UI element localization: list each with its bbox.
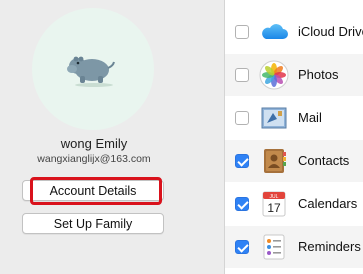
service-row-contacts[interactable]: Contacts [225,140,363,182]
reminders-icon [263,234,285,260]
reminders-checkbox[interactable] [235,240,249,254]
account-details-button[interactable]: Account Details [22,180,164,201]
service-label: iCloud Drive [298,24,363,39]
photos-checkbox[interactable] [235,68,249,82]
contacts-checkbox[interactable] [235,154,249,168]
services-list: iCloud Drive Photos Mail Contacts JUL 17… [224,0,363,274]
calendars-checkbox[interactable] [235,197,249,211]
service-row-reminders[interactable]: Reminders [225,226,363,268]
calendar-icon: JUL 17 [262,191,286,217]
calendar-icon-day: 17 [267,201,281,215]
service-row-calendars[interactable]: JUL 17 Calendars [225,183,363,225]
icloud-drive-checkbox[interactable] [235,25,249,39]
service-row-icloud-drive[interactable]: iCloud Drive [225,11,363,53]
service-label: Mail [298,110,322,125]
account-pane: wong Emily wangxianglijx@163.com Account… [0,0,188,274]
service-row-photos[interactable]: Photos [225,54,363,96]
photos-icon [259,60,289,90]
hippo-icon [67,56,115,87]
set-up-family-button[interactable]: Set Up Family [22,213,164,234]
service-label: Contacts [298,153,350,168]
service-label: Photos [298,67,339,82]
contacts-icon [264,149,286,173]
mail-checkbox[interactable] [235,111,249,125]
avatar[interactable] [32,8,154,130]
service-label: Reminders [298,239,361,254]
user-email: wangxianglijx@163.com [37,153,151,165]
mail-icon [261,107,287,129]
user-name: wong Emily [60,136,128,151]
service-row-mail[interactable]: Mail [225,97,363,139]
calendar-icon-month: JUL [270,194,279,200]
service-label: Calendars [298,196,358,211]
icloud-drive-icon [262,24,288,39]
